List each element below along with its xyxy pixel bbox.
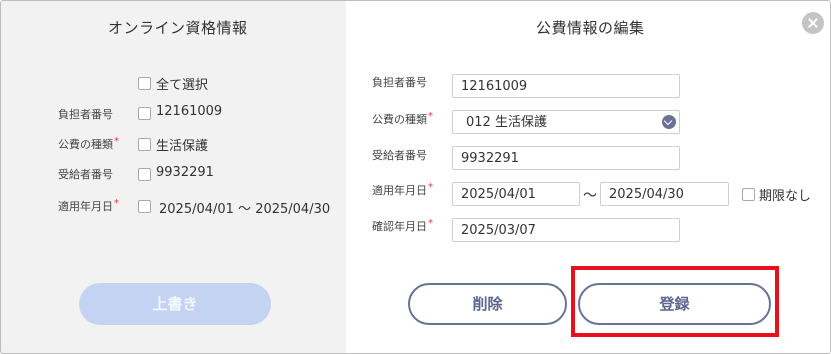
apply-date-from-input[interactable]: 2025/04/01 bbox=[452, 182, 580, 206]
apply-date-checkbox[interactable] bbox=[138, 200, 151, 213]
recipient-number-input[interactable]: 9932291 bbox=[452, 146, 680, 170]
dialog: オンライン資格情報 全て選択 負担者番号 12161009 公費の種類* 生活保… bbox=[0, 0, 831, 354]
no-limit-label: 期限なし bbox=[759, 189, 812, 204]
burden-number-input[interactable]: 12161009 bbox=[452, 74, 680, 98]
select-all-checkbox[interactable] bbox=[138, 77, 151, 90]
apply-date-label: 適用年月日* bbox=[372, 182, 433, 197]
register-highlight-box bbox=[571, 266, 779, 337]
confirm-date-label: 確認年月日* bbox=[372, 218, 433, 233]
burden-number-checkbox[interactable] bbox=[138, 107, 151, 120]
burden-number-label: 負担者番号 bbox=[372, 76, 427, 89]
overwrite-button[interactable]: 上書き bbox=[79, 283, 271, 325]
public-type-select[interactable]: 012 生活保護 bbox=[452, 110, 680, 134]
left-public-type-value: 生活保護 bbox=[156, 139, 209, 154]
online-qualification-title: オンライン資格情報 bbox=[108, 19, 248, 37]
public-info-edit-title: 公費情報の編集 bbox=[536, 19, 645, 37]
close-icon[interactable] bbox=[802, 12, 824, 34]
online-qualification-panel: オンライン資格情報 全て選択 負担者番号 12161009 公費の種類* 生活保… bbox=[1, 1, 346, 353]
recipient-number-label: 受給者番号 bbox=[372, 149, 427, 162]
date-range-separator: ～ bbox=[583, 188, 597, 204]
delete-button[interactable]: 削除 bbox=[408, 283, 567, 325]
apply-date-to-input[interactable]: 2025/04/30 bbox=[600, 182, 729, 206]
public-type-value: 012 生活保護 bbox=[466, 115, 547, 130]
chevron-down-icon[interactable] bbox=[662, 115, 676, 129]
public-type-label: 公費の種類* bbox=[372, 111, 433, 126]
confirm-date-input[interactable]: 2025/03/07 bbox=[452, 218, 680, 242]
select-all-label: 全て選択 bbox=[156, 78, 209, 93]
left-recipient-number-value: 9932291 bbox=[156, 165, 214, 180]
public-type-checkbox[interactable] bbox=[138, 138, 151, 151]
left-burden-number-label: 負担者番号 bbox=[58, 108, 113, 121]
left-apply-date-value: 2025/04/01 ～ 2025/04/30 bbox=[159, 202, 331, 217]
left-recipient-number-label: 受給者番号 bbox=[58, 168, 113, 181]
left-apply-date-label: 適用年月日* bbox=[58, 198, 119, 213]
left-public-type-label: 公費の種類* bbox=[58, 136, 119, 151]
recipient-number-checkbox[interactable] bbox=[138, 168, 151, 181]
left-burden-number-value: 12161009 bbox=[156, 104, 223, 119]
no-limit-checkbox[interactable] bbox=[742, 188, 755, 201]
